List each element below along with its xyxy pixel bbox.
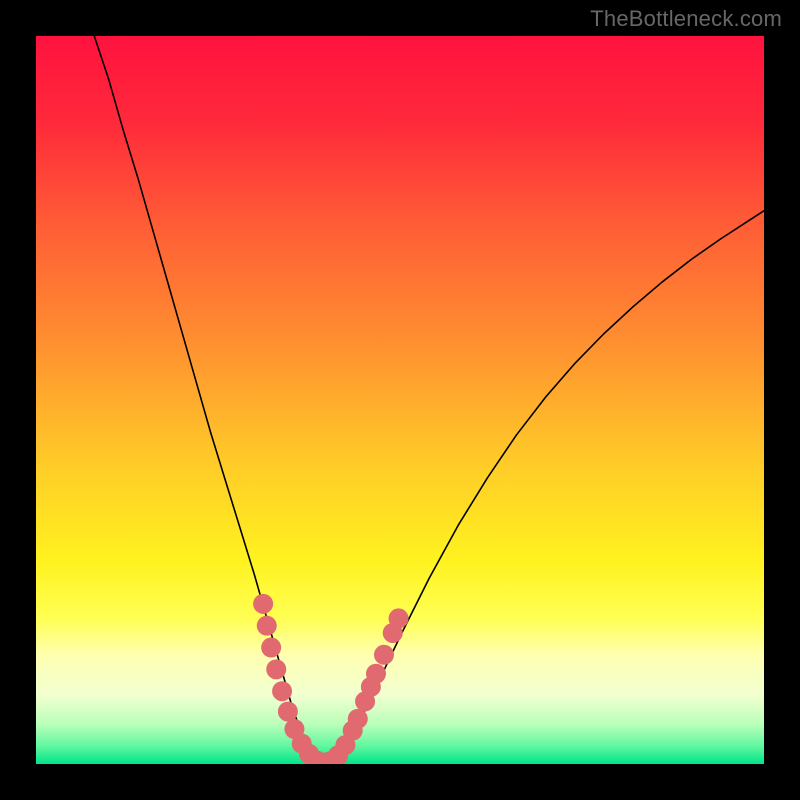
chart-plot-area bbox=[36, 36, 764, 764]
marker-dot bbox=[278, 702, 298, 722]
marker-dot bbox=[253, 594, 273, 614]
chart-svg bbox=[36, 36, 764, 764]
marker-dot bbox=[374, 645, 394, 665]
marker-dot bbox=[266, 659, 286, 679]
watermark-text: TheBottleneck.com bbox=[590, 6, 782, 32]
marker-dot bbox=[261, 638, 281, 658]
chart-outer-frame: TheBottleneck.com bbox=[0, 0, 800, 800]
marker-dot bbox=[389, 608, 409, 628]
marker-dot bbox=[257, 616, 277, 636]
marker-dot bbox=[348, 709, 368, 729]
marker-dot bbox=[366, 664, 386, 684]
marker-dot bbox=[272, 681, 292, 701]
chart-background-gradient bbox=[36, 36, 764, 764]
